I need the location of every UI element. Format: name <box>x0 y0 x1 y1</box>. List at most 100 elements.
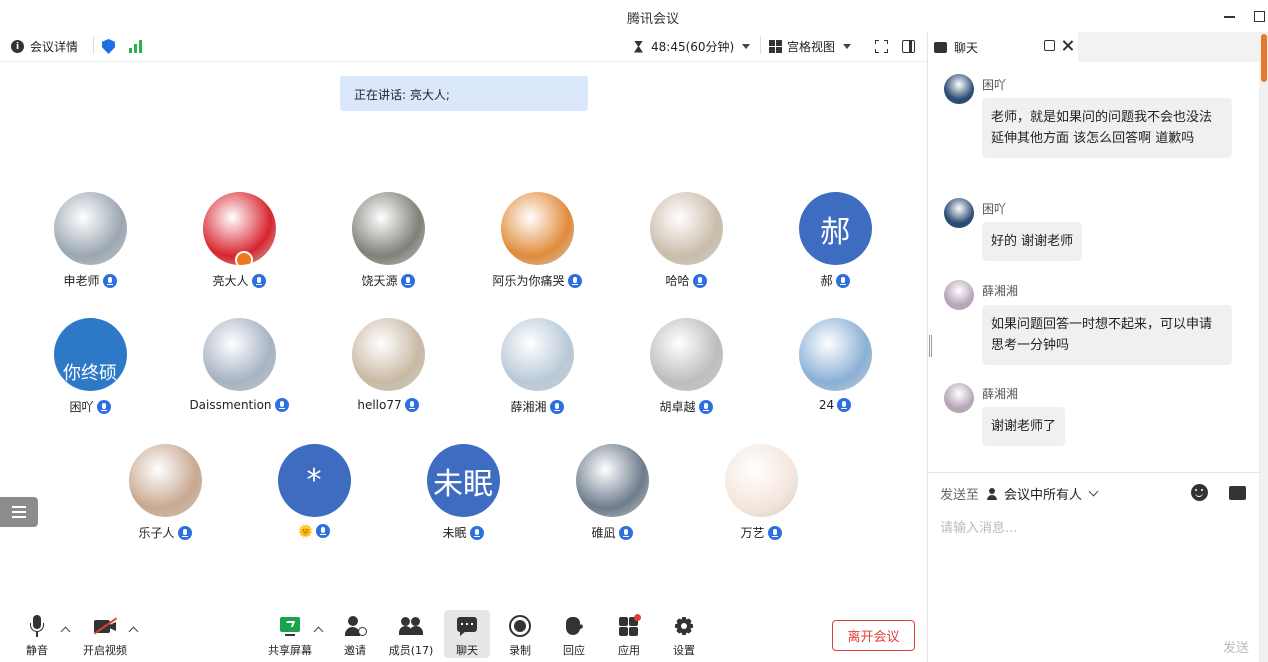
security-button[interactable] <box>102 39 115 54</box>
participant-tile[interactable]: 碓凪 <box>537 444 687 541</box>
settings-button[interactable]: 设置 <box>661 610 707 658</box>
members-button[interactable]: 成员(17) <box>386 610 436 658</box>
window-title: 腾讯会议 <box>626 12 679 27</box>
participant-tile[interactable]: * 🌞 <box>239 444 389 538</box>
participant-avatar[interactable] <box>53 192 127 265</box>
participant-avatar[interactable] <box>575 444 649 517</box>
view-mode-button[interactable]: 宫格视图 <box>769 38 852 55</box>
participant-tile[interactable]: 申老师 <box>15 192 165 289</box>
send-to-selector[interactable]: 会议中所有人 <box>987 484 1099 503</box>
participant-tile[interactable]: 亮大人 <box>164 192 314 289</box>
minimize-button[interactable] <box>1220 6 1240 26</box>
record-icon <box>508 614 532 638</box>
microphone-icon <box>549 399 564 414</box>
share-screen-button[interactable]: 共享屏幕 <box>266 610 314 658</box>
toolbar-divider <box>93 36 94 54</box>
video-options-chevron[interactable] <box>128 626 139 637</box>
participant-avatar[interactable] <box>649 192 723 265</box>
audio-options-chevron[interactable] <box>60 626 71 637</box>
leave-meeting-button[interactable]: 离开会议 <box>832 620 915 651</box>
participant-avatar[interactable]: 郝 <box>798 192 872 265</box>
toolbar-divider <box>760 36 761 54</box>
message-avatar[interactable] <box>944 383 974 413</box>
participant-tile[interactable]: 薛湘湘 <box>462 318 612 415</box>
participant-avatar[interactable] <box>649 318 723 391</box>
participant-tile[interactable]: 你终硕 困吖 <box>15 318 165 415</box>
message-avatar[interactable] <box>944 198 974 228</box>
participant-tile[interactable]: Daissmention <box>164 318 314 412</box>
panel-divider[interactable] <box>927 32 928 662</box>
close-icon[interactable] <box>1061 39 1074 52</box>
chat-scroll-thumb[interactable] <box>1261 34 1267 82</box>
file-upload-icon[interactable] <box>1229 486 1246 500</box>
participant-name: 阿乐为你痛哭 <box>492 274 565 288</box>
chat-panel-tab[interactable]: 聊天 <box>928 32 1078 62</box>
participant-name-row: 乐子人 <box>90 524 240 541</box>
participant-avatar[interactable]: 未眠 <box>426 444 500 517</box>
participant-tile[interactable]: hello77 <box>313 318 463 412</box>
participant-tile[interactable]: 郝 郝 <box>760 192 910 289</box>
participant-list-toggle[interactable] <box>0 497 38 527</box>
microphone-icon <box>400 273 415 288</box>
send-button[interactable]: 发送 <box>1223 637 1249 656</box>
view-mode-label: 宫格视图 <box>787 40 836 54</box>
participant-avatar[interactable] <box>351 318 425 391</box>
fullscreen-button[interactable] <box>875 40 888 53</box>
participant-name: 24 <box>818 398 835 412</box>
participant-avatar[interactable] <box>351 192 425 265</box>
chat-button[interactable]: 聊天 <box>444 610 490 658</box>
start-video-button[interactable]: 开启视频 <box>80 610 130 658</box>
participant-avatar[interactable] <box>202 192 276 265</box>
toggle-sidebar-button[interactable] <box>902 40 915 53</box>
participant-tile[interactable]: 乐子人 <box>90 444 240 541</box>
microphone-icon <box>102 273 117 288</box>
apps-icon <box>617 614 641 638</box>
participant-name-row: 24 <box>760 398 910 412</box>
participant-avatar[interactable]: * <box>277 444 351 517</box>
network-status[interactable] <box>129 40 142 53</box>
maximize-button[interactable] <box>1250 6 1268 26</box>
avatar-initials <box>576 444 649 517</box>
video-off-icon <box>93 614 118 638</box>
message-avatar[interactable] <box>944 280 974 310</box>
participant-name-row: 饶天源 <box>313 272 463 289</box>
invite-button[interactable]: 邀请 <box>332 610 378 658</box>
record-button[interactable]: 录制 <box>497 610 543 658</box>
microphone-icon <box>692 273 707 288</box>
react-label: 回应 <box>563 644 585 657</box>
participant-tile[interactable]: 未眠 未眠 <box>388 444 538 541</box>
participant-avatar[interactable] <box>500 318 574 391</box>
participant-name-row: 郝 <box>760 272 910 289</box>
participant-tile[interactable]: 24 <box>760 318 910 412</box>
popout-icon[interactable] <box>1044 40 1055 51</box>
invite-label: 邀请 <box>344 644 366 657</box>
sidebar-icon <box>902 40 915 53</box>
meeting-timer[interactable]: 48:45(60分钟) <box>634 38 751 55</box>
microphone-icon <box>25 614 49 638</box>
participant-name-row: 哈哈 <box>611 272 761 289</box>
participant-avatar[interactable]: 你终硕 <box>53 318 127 391</box>
participant-name: 未眠 <box>442 526 467 540</box>
participant-tile[interactable]: 阿乐为你痛哭 <box>462 192 612 289</box>
mute-label: 静音 <box>26 644 48 657</box>
resize-handle[interactable] <box>929 335 932 357</box>
participant-tile[interactable]: 哈哈 <box>611 192 761 289</box>
participant-avatar[interactable] <box>128 444 202 517</box>
meeting-details-button[interactable]: i 会议详情 <box>11 38 78 55</box>
participant-avatar[interactable] <box>724 444 798 517</box>
emoji-icon[interactable] <box>1191 484 1208 501</box>
participant-avatar[interactable] <box>798 318 872 391</box>
participant-tile[interactable]: 胡卓越 <box>611 318 761 415</box>
chat-scrollbar[interactable] <box>1259 32 1268 662</box>
chat-input[interactable]: 请输入消息... <box>940 517 1017 536</box>
apps-button[interactable]: 应用 <box>606 610 652 658</box>
participant-tile[interactable]: 万艺 <box>686 444 836 541</box>
share-options-chevron[interactable] <box>313 626 324 637</box>
mute-button[interactable]: 静音 <box>14 610 60 658</box>
react-button[interactable]: 回应 <box>551 610 597 658</box>
microphone-icon <box>177 525 192 540</box>
participant-tile[interactable]: 饶天源 <box>313 192 463 289</box>
participant-avatar[interactable] <box>202 318 276 391</box>
participant-avatar[interactable] <box>500 192 574 265</box>
message-avatar[interactable] <box>944 74 974 104</box>
